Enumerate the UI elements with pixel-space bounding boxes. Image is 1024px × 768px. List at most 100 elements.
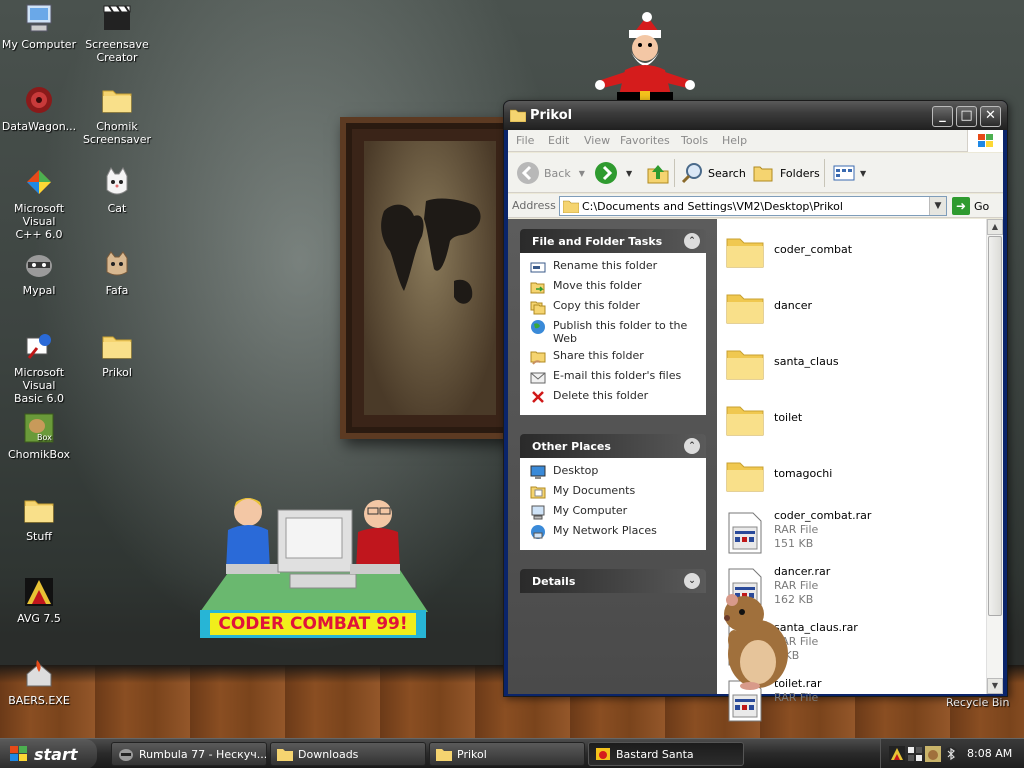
- standard-toolbar: Back ▼ ▼ Search Folders ▼: [508, 153, 1003, 193]
- desktop-icon-avg-7-5[interactable]: AVG 7.5: [0, 576, 78, 625]
- file-folder-tasks-header[interactable]: File and Folder Tasks ⌃: [520, 229, 706, 253]
- menu-favorites[interactable]: Favorites: [620, 134, 670, 147]
- expand-chevron-icon[interactable]: ⌄: [684, 573, 700, 589]
- desktop-link[interactable]: Desktop: [530, 464, 702, 480]
- baers-icon: [23, 658, 55, 690]
- desktop-icon-stuff[interactable]: Stuff: [0, 494, 78, 543]
- go-button[interactable]: ➜ Go: [952, 197, 989, 215]
- delete-folder-task[interactable]: Delete this folder: [530, 389, 702, 405]
- email-icon: [530, 372, 546, 384]
- taskbar-button-prikol[interactable]: Prikol: [429, 742, 585, 766]
- my-network-places-link[interactable]: My Network Places: [530, 524, 702, 540]
- avg-tray-icon[interactable]: [889, 746, 905, 762]
- views-button[interactable]: ▼: [832, 159, 866, 187]
- maximize-button[interactable]: □: [956, 106, 977, 127]
- taskbar-button-bastard-santa[interactable]: Bastard Santa: [588, 742, 744, 766]
- publish-folder-task[interactable]: Publish this folder to the Web: [530, 319, 702, 345]
- collapse-chevron-icon[interactable]: ⌃: [684, 438, 700, 454]
- desktop-icon-label: Microsoft Visual C++ 6.0: [13, 202, 65, 241]
- start-label: start: [34, 744, 78, 764]
- windows-logo-icon: [967, 130, 1003, 152]
- folders-button[interactable]: Folders: [752, 159, 820, 187]
- minimize-button[interactable]: _: [932, 106, 953, 127]
- folder-item[interactable]: dancer: [725, 281, 985, 331]
- desktop-icon-prikol[interactable]: Prikol: [78, 330, 156, 379]
- panel-title: Other Places: [532, 440, 611, 453]
- copy-folder-task[interactable]: Copy this folder: [530, 299, 702, 315]
- folder-item[interactable]: tomagochi: [725, 449, 985, 499]
- place-label: Desktop: [553, 464, 599, 477]
- file-name: santa_claus: [774, 355, 839, 368]
- desktop-icon-cat[interactable]: Cat: [78, 166, 156, 215]
- desktop-icon-microsoft-visual-c-6-0[interactable]: Microsoft Visual C++ 6.0: [0, 166, 78, 241]
- rename-folder-task[interactable]: Rename this folder: [530, 259, 702, 275]
- window-titlebar[interactable]: Prikol _ □ ✕: [504, 101, 1007, 130]
- clock[interactable]: 8:08 AM: [967, 747, 1012, 760]
- desktop-icon-chomikbox[interactable]: Box ChomikBox: [0, 412, 78, 461]
- folder-icon: [725, 287, 765, 327]
- panel-title: Details: [532, 575, 576, 588]
- folder-item[interactable]: coder_combat: [725, 225, 985, 275]
- visual-cpp-icon: [23, 166, 55, 198]
- file-name: coder_combat: [774, 243, 853, 256]
- rar-archive-icon: [725, 511, 765, 554]
- desktop-icon-microsoft-visual-basic-6-0[interactable]: Microsoft Visual Basic 6.0: [0, 330, 78, 405]
- forward-button[interactable]: ▼: [594, 159, 632, 187]
- share-folder-task[interactable]: Share this folder: [530, 349, 702, 365]
- menu-edit[interactable]: Edit: [548, 134, 569, 147]
- desktop-icon: [530, 465, 546, 479]
- menu-bar: File Edit View Favorites Tools Help: [508, 130, 1003, 152]
- taskbar-button-rumbula[interactable]: Rumbula 77 - Нескуч...: [111, 742, 267, 766]
- folder-item[interactable]: toilet: [725, 393, 985, 443]
- desktop-icon-label: Stuff: [26, 530, 52, 543]
- desktop[interactable]: My Computer Screensave Creator DataWagon..…: [0, 0, 1024, 738]
- my-documents-link[interactable]: My Documents: [530, 484, 702, 500]
- desktop-icon-label: AVG 7.5: [17, 612, 61, 625]
- taskbar-button-downloads[interactable]: Downloads: [270, 742, 426, 766]
- folder-item[interactable]: santa_claus: [725, 337, 985, 387]
- up-folder-button[interactable]: [646, 159, 674, 187]
- desktop-icon-label: Cat: [107, 202, 127, 215]
- vertical-scrollbar[interactable]: ▲ ▼: [986, 219, 1003, 694]
- network-tray-icon[interactable]: [907, 746, 923, 762]
- start-button[interactable]: start: [0, 739, 97, 768]
- menu-help[interactable]: Help: [722, 134, 747, 147]
- other-places-header[interactable]: Other Places ⌃: [520, 434, 706, 458]
- desktop-icon-screensave-creator[interactable]: Screensave Creator: [78, 2, 156, 64]
- desktop-icon-datawagon[interactable]: DataWagon...: [0, 84, 78, 133]
- desktop-icon-baers-exe[interactable]: BAERS.EXE: [0, 658, 78, 707]
- desktop-icon-label: Microsoft Visual Basic 6.0: [13, 366, 65, 405]
- globe-icon: [531, 320, 545, 334]
- rar-file-item[interactable]: coder_combat.rar RAR File 151 KB: [725, 505, 985, 555]
- folder-icon: [101, 84, 133, 116]
- collapse-chevron-icon[interactable]: ⌃: [684, 233, 700, 249]
- details-header[interactable]: Details ⌄: [520, 569, 706, 593]
- clapperboard-icon: [101, 2, 133, 34]
- details-panel: Details ⌄: [520, 569, 706, 593]
- search-button[interactable]: Search: [680, 159, 746, 187]
- hamster-tray-icon[interactable]: [925, 746, 941, 762]
- menu-file[interactable]: File: [516, 134, 534, 147]
- desktop-icon-fafa[interactable]: Fafa: [78, 248, 156, 297]
- menu-tools[interactable]: Tools: [681, 134, 708, 147]
- address-dropdown-button[interactable]: ▼: [929, 197, 946, 215]
- desktop-icon-chomik-screensaver[interactable]: Chomik Screensaver: [78, 84, 156, 146]
- desktop-icon-my-computer[interactable]: My Computer: [0, 2, 78, 51]
- close-button[interactable]: ✕: [980, 106, 1001, 127]
- task-label: Copy this folder: [553, 299, 640, 312]
- address-input[interactable]: C:\Documents and Settings\VM2\Desktop\Pr…: [559, 196, 947, 216]
- desktop-icon-mypal[interactable]: Mypal: [0, 248, 78, 297]
- menu-view[interactable]: View: [584, 134, 610, 147]
- email-files-task[interactable]: E-mail this folder's files: [530, 369, 702, 385]
- folder-icon: [563, 200, 579, 213]
- scroll-up-button[interactable]: ▲: [987, 219, 1003, 235]
- my-computer-link[interactable]: My Computer: [530, 504, 702, 520]
- bluetooth-tray-icon[interactable]: [943, 746, 959, 762]
- move-folder-task[interactable]: Move this folder: [530, 279, 702, 295]
- scrollbar-thumb[interactable]: [988, 236, 1002, 616]
- scroll-down-button[interactable]: ▼: [987, 678, 1003, 694]
- back-button[interactable]: Back ▼: [516, 159, 585, 187]
- folder-icon: [725, 399, 765, 439]
- file-name: dancer.rar: [774, 565, 831, 578]
- folder-icon: [277, 749, 293, 761]
